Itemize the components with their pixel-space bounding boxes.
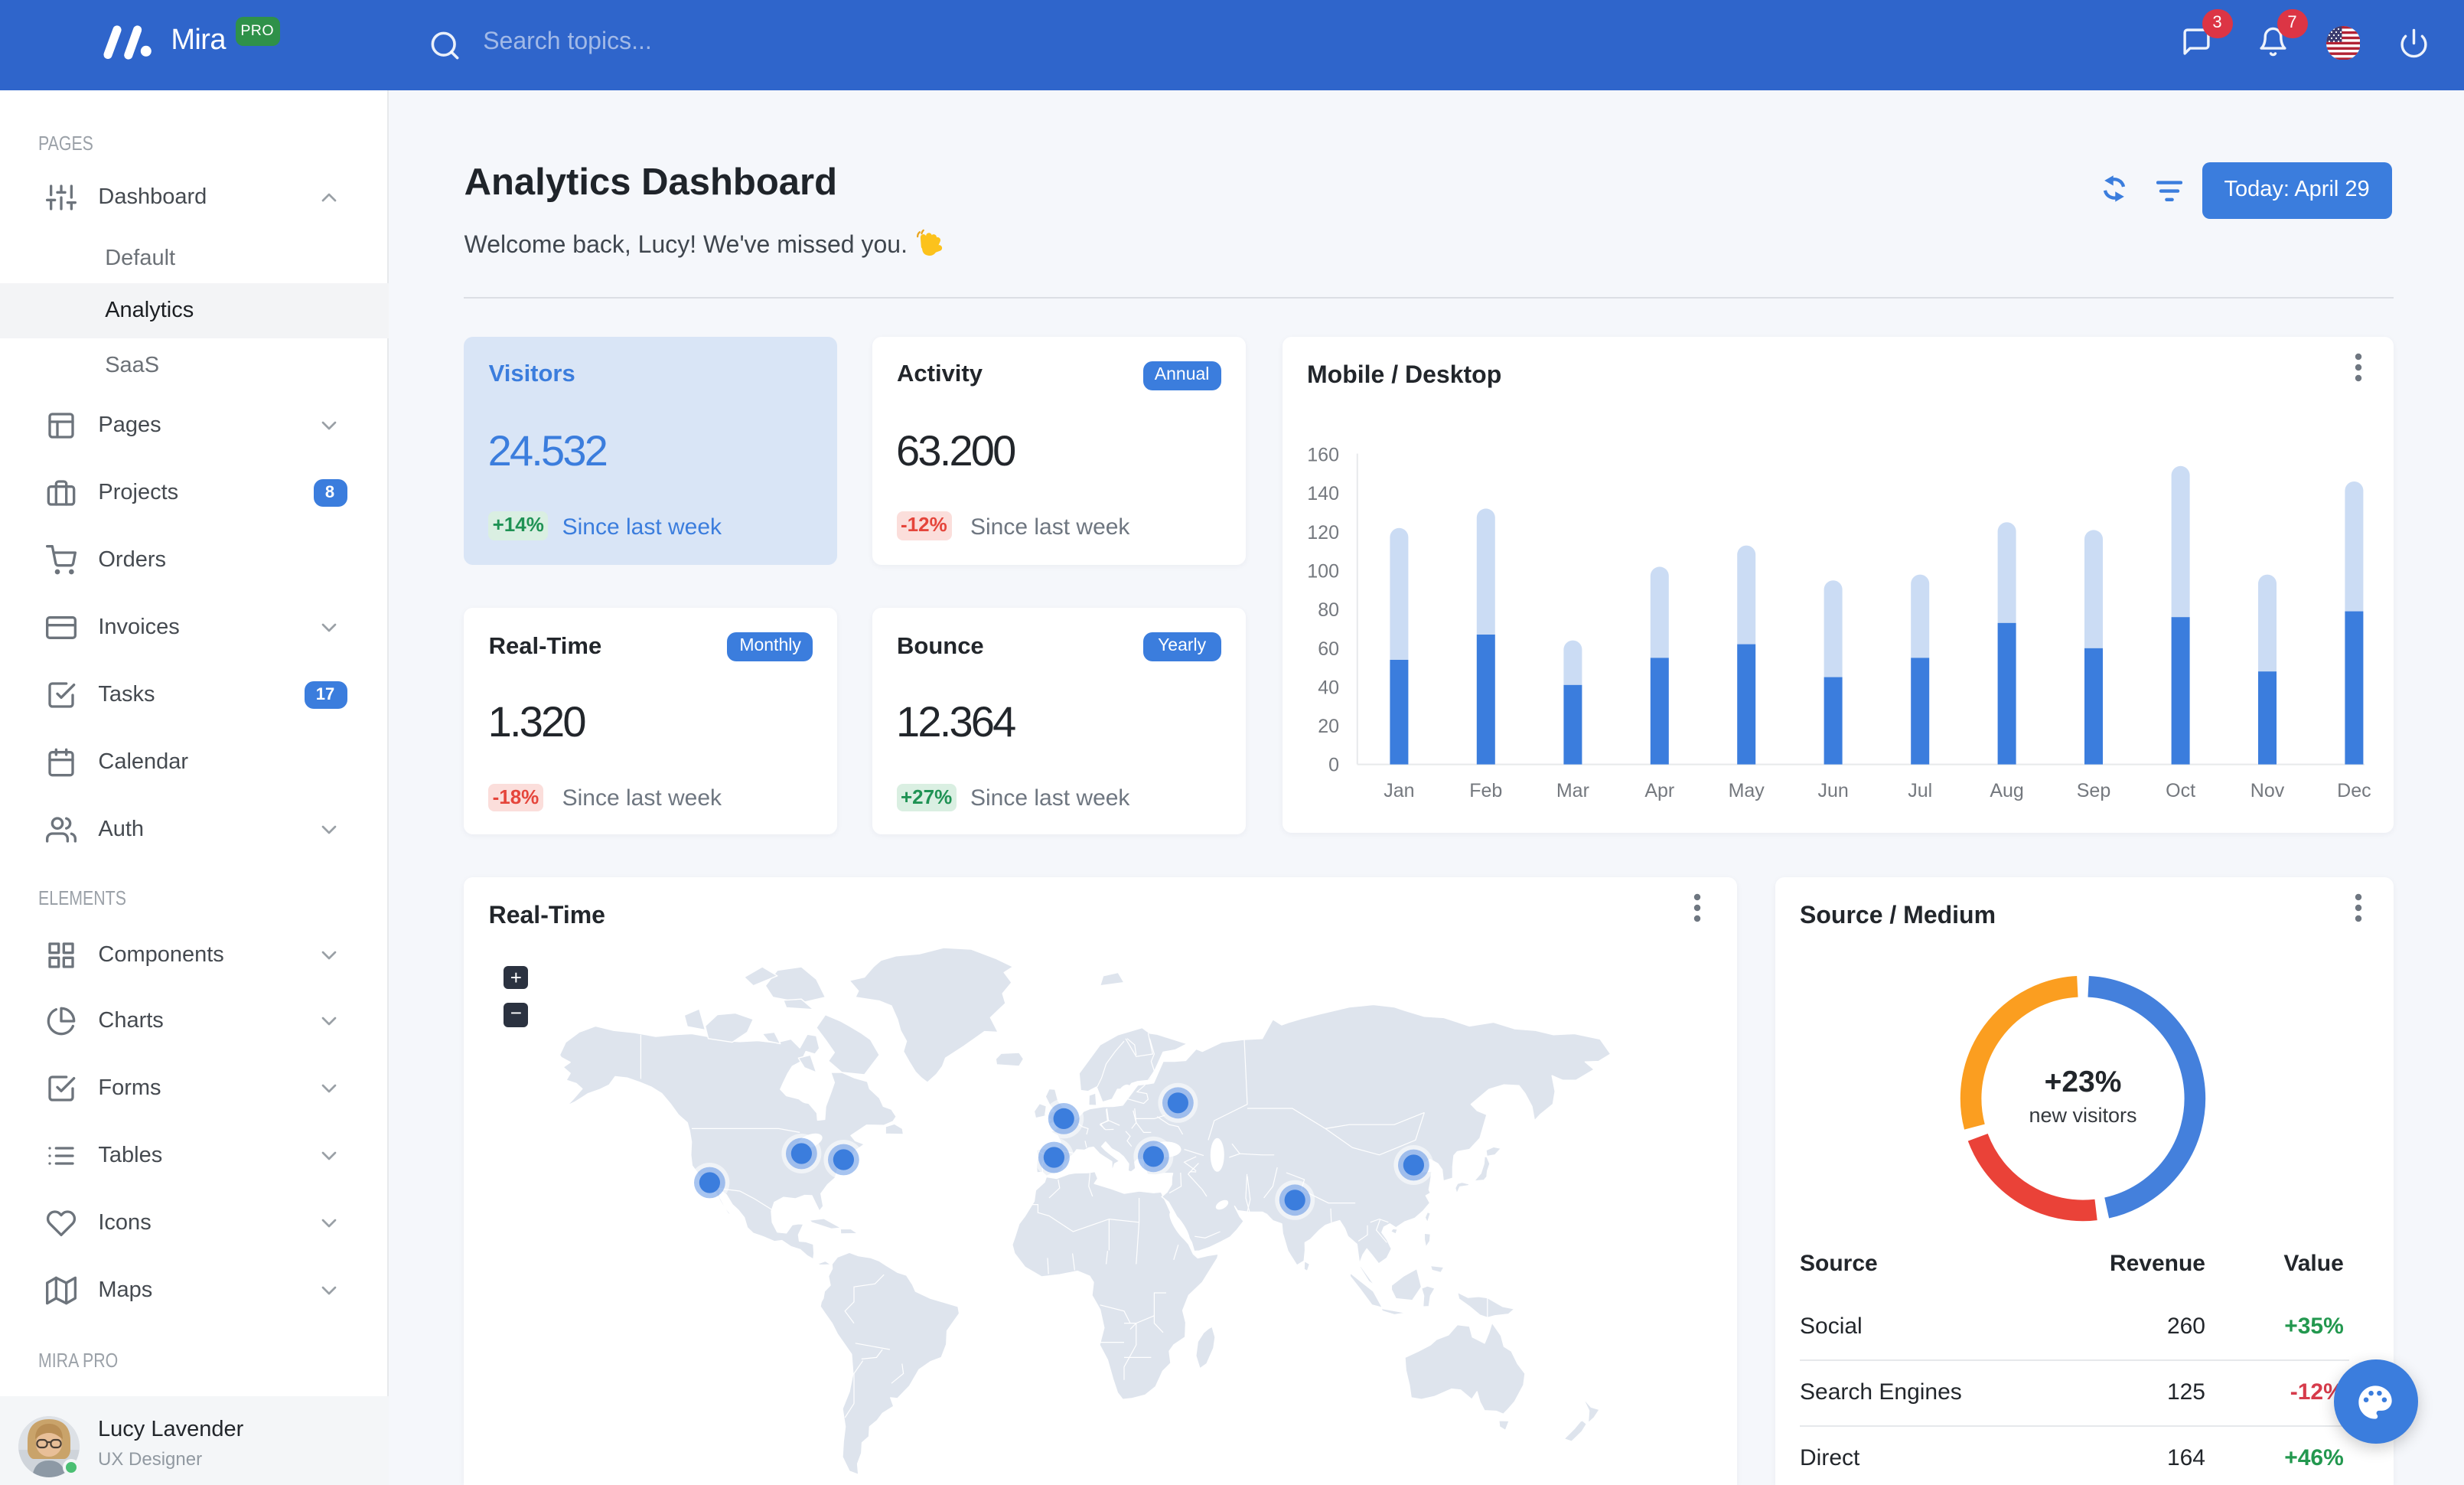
svg-text:Feb: Feb: [1469, 780, 1502, 801]
svg-text:Aug: Aug: [1990, 780, 2023, 801]
svg-text:40: 40: [1318, 677, 1339, 698]
svg-text:Mar: Mar: [1556, 780, 1589, 801]
svg-text:140: 140: [1307, 483, 1339, 504]
svg-text:60: 60: [1318, 638, 1339, 660]
svg-text:May: May: [1729, 780, 1765, 801]
svg-text:Sep: Sep: [2077, 780, 2110, 801]
svg-text:160: 160: [1307, 445, 1339, 466]
svg-text:0: 0: [1328, 755, 1339, 776]
svg-text:Jun: Jun: [1817, 780, 1848, 801]
svg-text:100: 100: [1307, 560, 1339, 582]
svg-text:20: 20: [1318, 716, 1339, 737]
svg-text:120: 120: [1307, 522, 1339, 543]
svg-text:Jul: Jul: [1908, 780, 1932, 801]
svg-text:Dec: Dec: [2337, 780, 2371, 801]
svg-text:Nov: Nov: [2251, 780, 2285, 801]
svg-text:80: 80: [1318, 599, 1339, 621]
svg-text:Jan: Jan: [1384, 780, 1414, 801]
svg-text:Apr: Apr: [1644, 780, 1674, 801]
svg-text:Oct: Oct: [2166, 780, 2195, 801]
